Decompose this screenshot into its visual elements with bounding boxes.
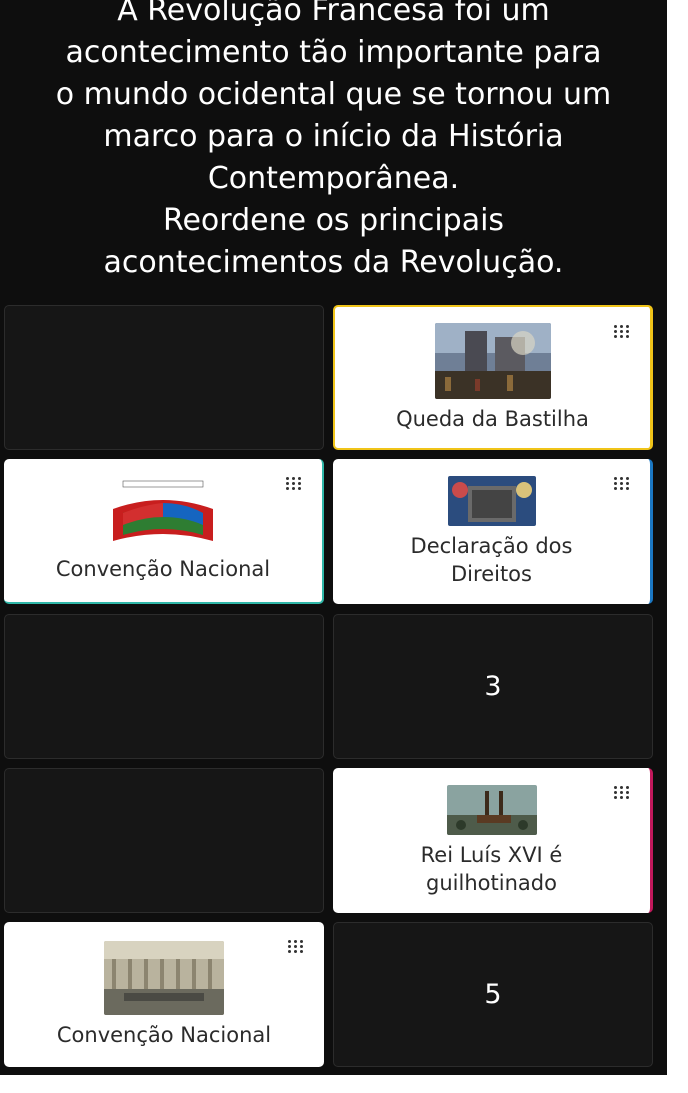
question-line: Reordene os principais — [162, 203, 505, 238]
drag-handle-icon[interactable] — [288, 940, 304, 953]
drop-slot-2[interactable] — [4, 614, 324, 759]
item-label: guilhotinado — [426, 870, 557, 895]
item-label: Rei Luís XVI é — [420, 842, 563, 867]
question-text: A Revolução Francesa foi um aconteciment… — [0, 0, 667, 284]
item-label: Convenção Nacional — [55, 556, 271, 581]
drop-slot-4[interactable] — [4, 768, 324, 913]
drop-slot-3[interactable]: 3 — [333, 614, 653, 759]
declaration-painting-image — [447, 475, 536, 526]
question-line: marco para o início da História — [103, 119, 564, 154]
item-card-queda-bastilha[interactable]: Queda da Bastilha — [333, 305, 653, 450]
guillotine-painting-image — [446, 784, 537, 835]
assembly-hall-image — [104, 940, 224, 1015]
question-line: acontecimento tão importante para — [65, 35, 602, 70]
item-card-convencao-nacional[interactable]: Convenção Nacional — [4, 459, 324, 604]
question-line: A Revolução Francesa foi um — [117, 0, 550, 28]
quiz-app: A Revolução Francesa foi um aconteciment… — [0, 0, 667, 1075]
item-card-convencao-nacional-2[interactable]: Convenção Nacional — [4, 922, 324, 1067]
question-line: o mundo ocidental que se tornou um — [55, 77, 612, 112]
item-label: Direitos — [451, 561, 532, 586]
question-line: Contemporânea. — [207, 161, 460, 196]
drag-handle-icon[interactable] — [614, 786, 630, 799]
bastille-painting-image — [434, 322, 551, 399]
drop-slot-1[interactable] — [4, 305, 324, 450]
drop-slot-5[interactable]: 5 — [333, 922, 653, 1067]
item-label: Declaração dos — [410, 533, 573, 558]
slot-number: 5 — [484, 979, 502, 1010]
scrollbar-track[interactable] — [667, 0, 688, 1075]
item-label: Convenção Nacional — [56, 1022, 272, 1047]
drag-handle-icon[interactable] — [286, 477, 302, 490]
item-card-rei-luis-guilhotinado[interactable]: Rei Luís XVI é guilhotinado — [333, 768, 653, 913]
item-label: Queda da Bastilha — [396, 406, 589, 431]
drag-handle-icon[interactable] — [614, 477, 630, 490]
drag-handle-icon[interactable] — [614, 325, 630, 338]
slot-number: 3 — [484, 671, 502, 702]
item-card-declaracao-direitos[interactable]: Declaração dos Direitos — [333, 459, 653, 604]
question-line: acontecimentos da Revolução. — [103, 245, 564, 280]
convention-diagram-image — [105, 478, 221, 549]
